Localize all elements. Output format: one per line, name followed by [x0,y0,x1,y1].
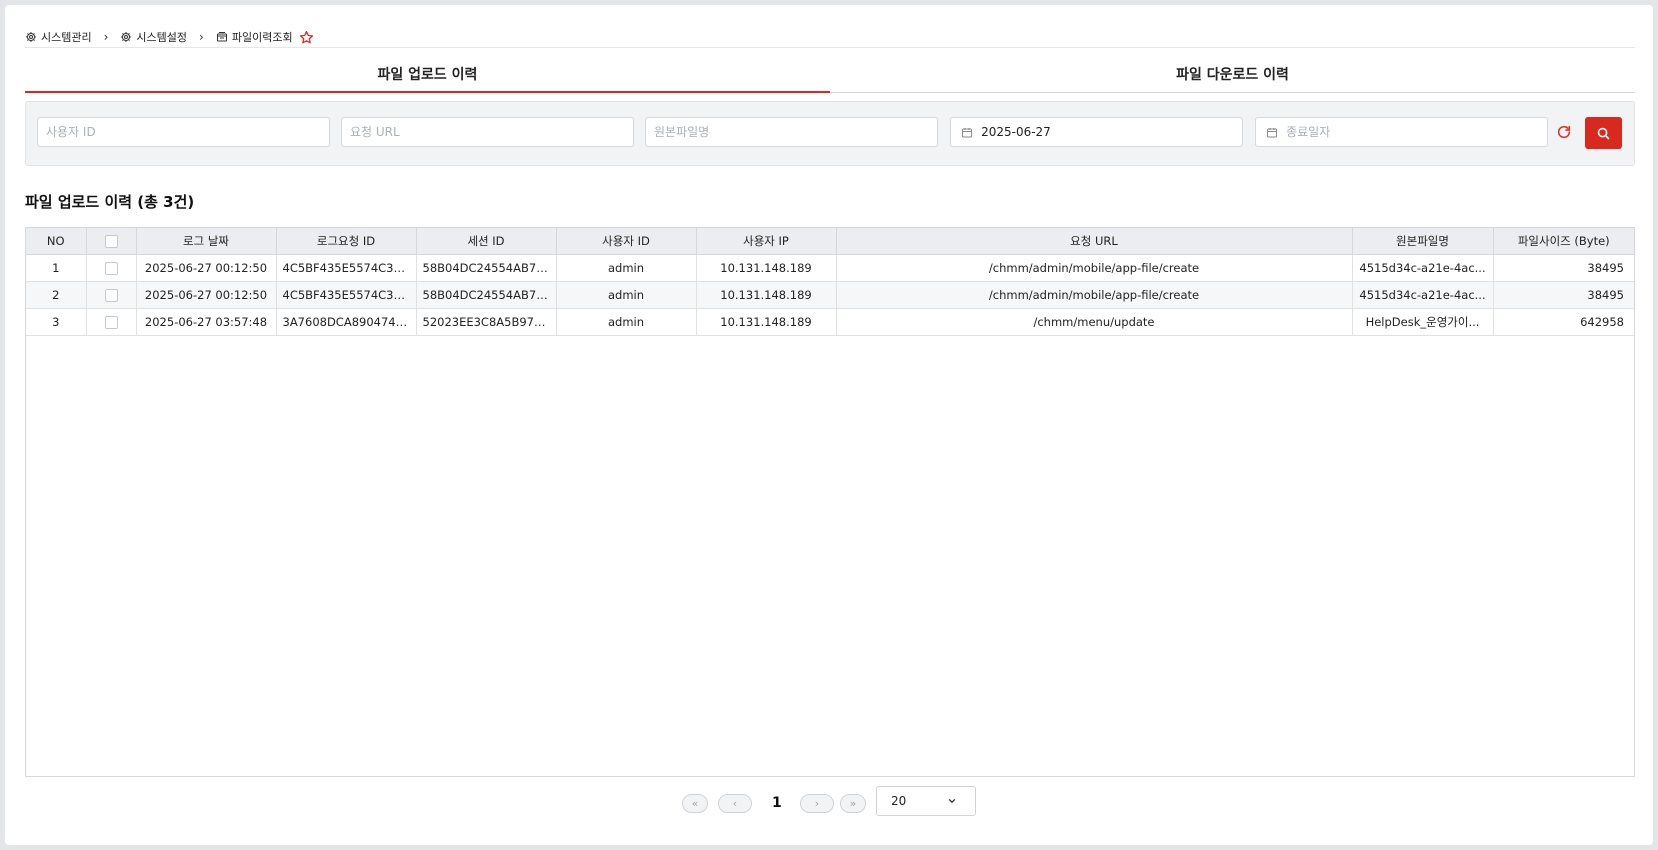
list-title: 파일 업로드 이력 (총 3건) [25,193,195,211]
table-header-row: NO 로그 날짜 로그요청 ID 세션 ID 사용자 ID 사용자 IP 요청 … [26,228,1634,255]
breadcrumb-item-system-admin[interactable]: 시스템관리 [25,29,92,45]
gear-icon [121,32,132,42]
first-page-button[interactable]: « [682,793,708,813]
cell-session-id: 52023EE3C8A5B97F... [416,308,557,336]
cell-log-request-id: 4C5BF435E5574C39... [276,254,417,282]
cell-user-ip: 10.131.148.189 [696,281,837,309]
end-date-input[interactable] [1286,125,1547,139]
prev-page-button[interactable]: ‹ [718,793,752,813]
tab-file-download-history[interactable]: 파일 다운로드 이력 [830,57,1635,92]
search-button[interactable] [1585,117,1622,149]
pagination: « ‹ 1 › » [682,789,866,817]
original-filename-field [645,117,938,147]
chevron-right-icon: › [814,796,820,810]
cell-log-request-id: 3A7608DCA8904749... [276,308,417,336]
cell-file-size: 38495 [1493,254,1634,282]
col-header-original-filename[interactable]: 원본파일명 [1352,228,1494,255]
breadcrumb-divider [25,47,1635,48]
col-header-user-id[interactable]: 사용자 ID [556,228,697,255]
col-header-session-id[interactable]: 세션 ID [416,228,557,255]
breadcrumb-item-system-settings[interactable]: 시스템설정 [120,29,187,45]
breadcrumb-label: 파일이력조회 [231,31,293,44]
cell-no: 3 [26,308,87,336]
double-chevron-left-icon: « [691,796,699,810]
double-chevron-right-icon: » [849,796,857,810]
cell-no: 2 [26,281,87,309]
col-header-log-request-id[interactable]: 로그요청 ID [276,228,417,255]
cell-session-id: 58B04DC24554AB70... [416,281,557,309]
calendar-icon [962,127,973,138]
cell-original-filename: 4515d34c-a21e-4ac... [1352,254,1494,282]
tab-bar: 파일 업로드 이력 파일 다운로드 이력 [25,57,1635,93]
breadcrumb-label: 시스템관리 [41,31,92,44]
cell-log-date: 2025-06-27 03:57:48 [136,308,277,336]
search-panel [25,101,1635,166]
data-grid: NO 로그 날짜 로그요청 ID 세션 ID 사용자 ID 사용자 IP 요청 … [25,227,1635,777]
cell-file-size: 642958 [1493,308,1634,336]
cell-select [86,281,137,309]
col-header-request-url[interactable]: 요청 URL [836,228,1353,255]
cell-original-filename: HelpDesk_운영가이... [1352,308,1494,336]
breadcrumb-label: 시스템설정 [136,31,188,44]
user-id-field [37,117,330,147]
cell-no: 1 [26,254,87,282]
original-filename-input[interactable] [654,125,937,139]
cell-user-id: admin [556,281,697,309]
col-header-select-all [86,228,137,255]
cell-user-id: admin [556,254,697,282]
request-url-field [341,117,634,147]
refresh-icon[interactable] [1556,124,1572,140]
cell-log-request-id: 4C5BF435E5574C39... [276,281,417,309]
cell-request-url: /chmm/admin/mobile/app-file/create [836,254,1353,282]
chevron-down-icon [948,799,956,804]
chevron-right-icon: › [199,30,204,44]
user-id-input[interactable] [46,125,329,139]
col-header-user-ip[interactable]: 사용자 IP [696,228,837,255]
current-page-number[interactable]: 1 [772,795,782,811]
page: 시스템관리 › 시스템설정 › 파일이력조회 파일 업로드 이력 파일 다운로드… [5,5,1653,845]
cell-request-url: /chmm/menu/update [836,308,1353,336]
chevron-left-icon: ‹ [732,796,738,810]
table-row[interactable]: 1 2025-06-27 00:12:50 4C5BF435E5574C39..… [26,254,1634,282]
cell-request-url: /chmm/admin/mobile/app-file/create [836,281,1353,309]
cell-user-ip: 10.131.148.189 [696,308,837,336]
col-header-log-date[interactable]: 로그 날짜 [136,228,277,255]
cell-file-size: 38495 [1493,281,1634,309]
col-header-file-size[interactable]: 파일사이즈 (Byte) [1493,228,1634,255]
gear-icon [26,32,36,42]
cell-user-ip: 10.131.148.189 [696,254,837,282]
cell-log-date: 2025-06-27 00:12:50 [136,254,277,282]
next-page-button[interactable]: › [800,793,834,813]
row-checkbox[interactable] [104,261,118,275]
request-url-input[interactable] [350,125,633,139]
page-size-value: 20 [891,794,907,808]
col-header-no[interactable]: NO [26,228,87,255]
row-checkbox[interactable] [104,315,118,329]
breadcrumb-item-file-history: 파일이력조회 [216,29,293,45]
start-date-input[interactable] [981,125,1242,139]
cell-select [86,254,137,282]
end-date-field [1255,117,1548,147]
cell-user-id: admin [556,308,697,336]
cell-original-filename: 4515d34c-a21e-4ac... [1352,281,1494,309]
star-outline-icon[interactable] [299,30,314,45]
calendar-icon [1267,127,1278,138]
search-icon [1597,127,1610,139]
row-checkbox[interactable] [104,288,118,302]
cell-session-id: 58B04DC24554AB70... [416,254,557,282]
start-date-field [950,117,1243,147]
cell-select [86,308,137,336]
select-all-checkbox[interactable] [104,234,118,248]
last-page-button[interactable]: » [840,793,866,813]
tab-file-upload-history[interactable]: 파일 업로드 이력 [25,57,830,93]
table-row[interactable]: 3 2025-06-27 03:57:48 3A7608DCA8904749..… [26,308,1634,336]
cell-log-date: 2025-06-27 00:12:50 [136,281,277,309]
page-size-select[interactable]: 20 [876,786,976,816]
chevron-right-icon: › [103,30,109,44]
breadcrumb: 시스템관리 › 시스템설정 › 파일이력조회 [25,27,314,47]
history-table: NO 로그 날짜 로그요청 ID 세션 ID 사용자 ID 사용자 IP 요청 … [26,228,1634,336]
table-row[interactable]: 2 2025-06-27 00:12:50 4C5BF435E5574C39..… [26,281,1634,309]
archive-icon [216,32,227,42]
